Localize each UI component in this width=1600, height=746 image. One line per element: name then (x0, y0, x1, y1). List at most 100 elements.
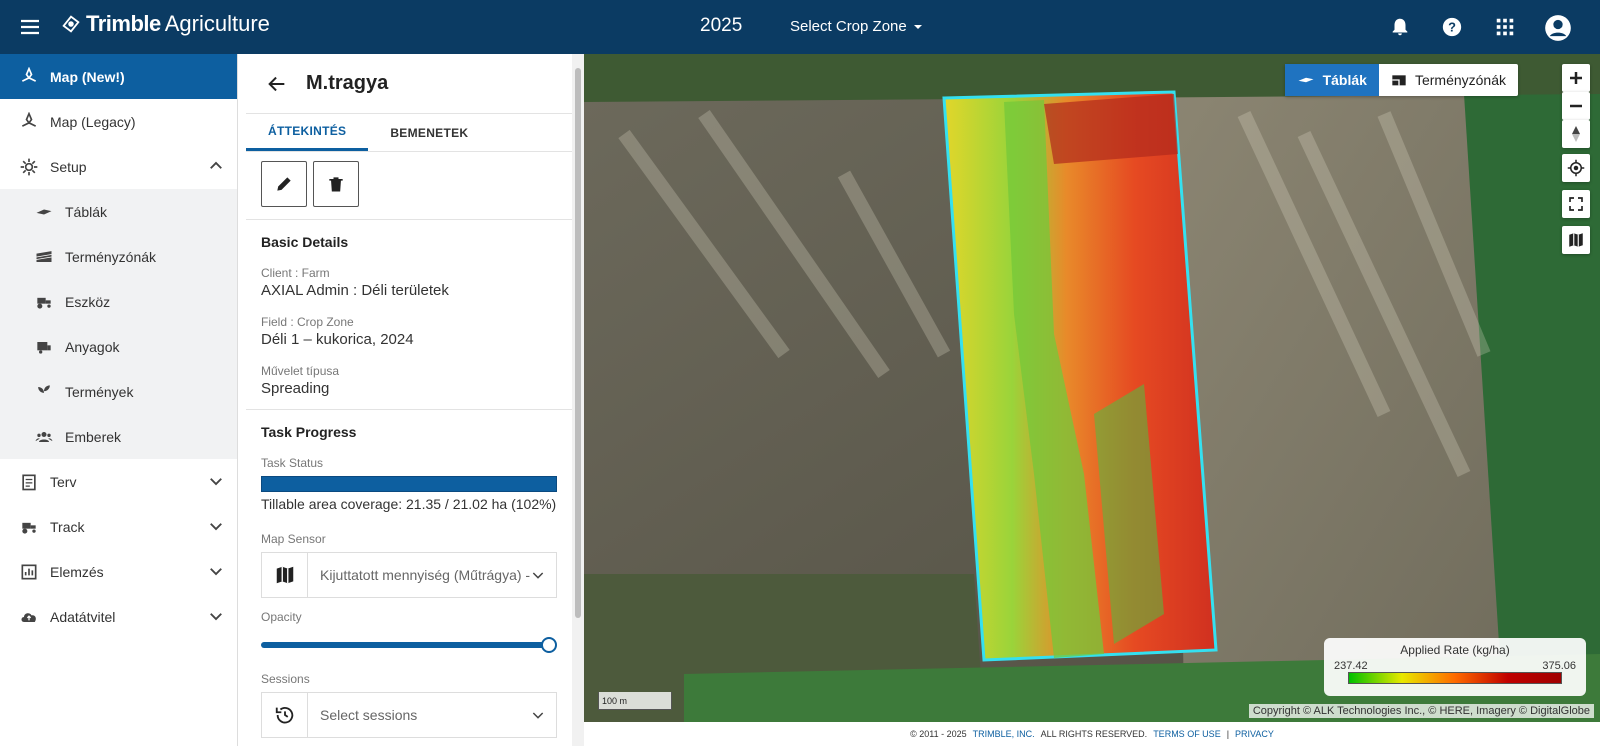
sidebar-item-label: Terv (50, 473, 77, 490)
caret-down-icon (913, 24, 922, 29)
operation-label: Művelet típusa (261, 364, 340, 378)
crosshair-icon (1567, 159, 1585, 177)
footer-separator: | (1226, 729, 1230, 739)
sessions-select[interactable]: Select sessions (261, 692, 557, 738)
trash-icon (329, 177, 343, 192)
sidebar-item-map-new[interactable]: Map (New!) (0, 54, 237, 99)
task-progress-title: Task Progress (261, 424, 357, 440)
top-bar: Trimble Agriculture 2025 Select Crop Zon… (0, 0, 1600, 54)
brand-name: Trimble (86, 11, 161, 36)
edit-button[interactable] (261, 161, 307, 207)
field-label: Field : Crop Zone (261, 315, 354, 329)
map-icon (1569, 233, 1583, 247)
client-value: AXIAL Admin : Déli területek (261, 282, 449, 299)
footer-rights: ALL RIGHTS RESERVED. (1040, 729, 1148, 739)
sidebar-item-crop-zones[interactable]: Terményzónák (0, 234, 237, 279)
app-logo[interactable]: Trimble Agriculture (60, 11, 270, 37)
materials-icon (33, 336, 55, 358)
chevron-up-icon (210, 161, 222, 169)
zoom-out-button[interactable] (1562, 92, 1590, 120)
plus-icon (1570, 72, 1582, 84)
legend-min: 237.42 (1334, 660, 1368, 672)
sidebar-item-label: Emberek (65, 428, 122, 445)
sidebar-item-fields[interactable]: Táblák (0, 189, 237, 234)
crop-zone-selector[interactable]: Select Crop Zone (790, 18, 923, 35)
panel-tabs: ÁTTEKINTÉS BEMENETEK (246, 114, 572, 152)
fullscreen-button[interactable] (1562, 190, 1590, 218)
sidebar-item-equipment[interactable]: Eszköz (0, 279, 237, 324)
sidebar-item-materials[interactable]: Anyagok (0, 324, 237, 369)
map-sensor-select[interactable]: Kijuttatott mennyiség (Műtrágya) - (261, 552, 557, 598)
back-arrow-icon[interactable] (266, 73, 288, 95)
zoom-in-button[interactable] (1562, 64, 1590, 92)
chevron-down-icon (210, 613, 222, 621)
tab-overview[interactable]: ÁTTEKINTÉS (246, 114, 369, 151)
footer-company-link[interactable]: TRIMBLE, INC. (973, 729, 1035, 739)
panel-header: M.tragya (246, 54, 572, 114)
map-pin-icon (18, 66, 40, 88)
satellite-imagery (584, 54, 1600, 722)
sidebar-item-data-transfer[interactable]: Adatátvitel (0, 594, 237, 639)
footer-privacy-link[interactable]: PRIVACY (1235, 729, 1274, 739)
panel-scrollbar[interactable] (572, 54, 584, 746)
sidebar-item-label: Setup (50, 158, 87, 175)
sidebar-item-label: Termények (65, 383, 134, 400)
map-view[interactable]: Táblák Terményzónák Applied Rate (kg/ha)… (584, 54, 1600, 722)
legend-title: Applied Rate (kg/ha) (1400, 643, 1510, 657)
footer-copyright: © 2011 - 2025 (910, 729, 967, 739)
legend-range: 237.42 375.06 (1334, 660, 1576, 672)
layer-crop-zones-label: Terményzónák (1414, 72, 1506, 88)
bell-icon[interactable] (1389, 16, 1411, 38)
chevron-down-icon (530, 707, 546, 723)
compass-button[interactable] (1562, 120, 1590, 148)
map-pin-icon (18, 111, 40, 133)
chevron-down-icon (210, 523, 222, 531)
sidebar-item-people[interactable]: Emberek (0, 414, 237, 459)
sidebar-item-label: Track (50, 518, 85, 535)
sidebar-item-plan[interactable]: Terv (0, 459, 237, 504)
sidebar-item-map-legacy[interactable]: Map (Legacy) (0, 99, 237, 144)
panel-title: M.tragya (306, 72, 389, 94)
sidebar-item-analysis[interactable]: Elemzés (0, 549, 237, 594)
setup-submenu: Táblák Terményzónák Eszköz Anyagok Termé… (0, 189, 237, 459)
applied-rate-legend: Applied Rate (kg/ha) 237.42 375.06 (1324, 638, 1586, 696)
footer-terms-link[interactable]: TERMS OF USE (1153, 729, 1221, 739)
sidebar-item-crops[interactable]: Termények (0, 369, 237, 414)
sidebar-item-label: Adatátvitel (50, 608, 116, 625)
task-status-progress-bar (261, 476, 557, 492)
chevron-down-icon (210, 568, 222, 576)
sidebar-item-setup[interactable]: Setup (0, 144, 237, 189)
sessions-placeholder: Select sessions (320, 707, 418, 723)
account-avatar-icon[interactable] (1544, 14, 1572, 42)
operation-value: Spreading (261, 380, 330, 397)
panel-scrollbar-thumb[interactable] (575, 68, 581, 618)
layer-fields-button[interactable]: Táblák (1284, 64, 1379, 96)
product-name: Agriculture (164, 11, 270, 36)
sidebar-item-label: Map (Legacy) (50, 113, 136, 130)
minus-icon (1570, 104, 1582, 108)
sidebar-item-label: Táblák (65, 203, 108, 220)
opacity-slider-thumb[interactable] (541, 637, 557, 653)
sidebar-item-label: Terményzónák (65, 248, 157, 265)
basemap-button[interactable] (1562, 226, 1590, 254)
layer-crop-zones-button[interactable]: Terményzónák (1379, 64, 1518, 96)
page-footer: © 2011 - 2025 TRIMBLE, INC. ALL RIGHTS R… (584, 722, 1600, 746)
locate-button[interactable] (1562, 154, 1590, 182)
legend-gradient (1348, 672, 1562, 684)
tab-inputs[interactable]: BEMENETEK (368, 114, 490, 151)
chevron-down-icon (210, 478, 222, 486)
panel-actions (246, 152, 572, 220)
sidebar: Map (New!) Map (Legacy) Setup Táblák Ter… (0, 54, 238, 746)
help-icon[interactable]: ? (1441, 16, 1463, 38)
sessions-label: Sessions (261, 672, 310, 686)
delete-button[interactable] (313, 161, 359, 207)
apps-grid-icon[interactable] (1494, 16, 1516, 38)
sidebar-item-label: Eszköz (65, 293, 111, 310)
field-value: Déli 1 – kukorica, 2024 (261, 331, 414, 348)
sidebar-item-track[interactable]: Track (0, 504, 237, 549)
year-selector[interactable]: 2025 (700, 15, 742, 37)
crop-zone-icon (1392, 75, 1406, 86)
svg-text:?: ? (1448, 20, 1456, 35)
menu-icon[interactable] (18, 15, 42, 39)
opacity-slider[interactable] (261, 637, 557, 653)
